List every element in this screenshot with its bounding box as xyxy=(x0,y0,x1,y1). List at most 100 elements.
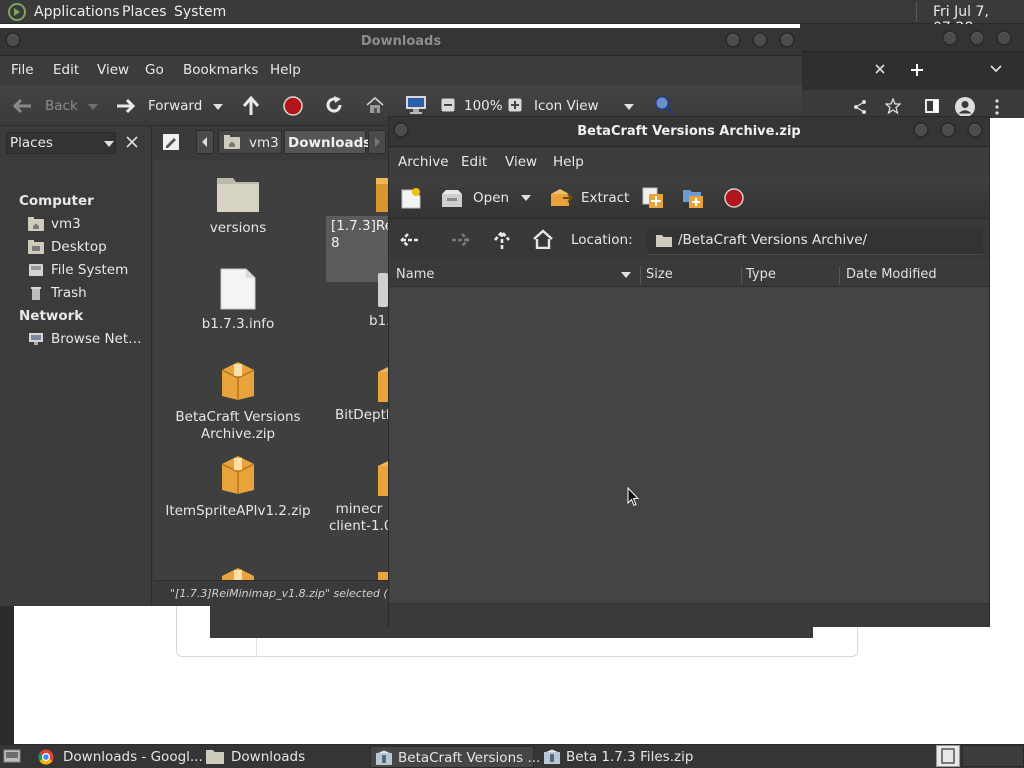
column-name[interactable]: Name xyxy=(396,267,434,282)
task-chrome-downloads[interactable]: Downloads - Googl... xyxy=(34,746,203,768)
file-manager-titlebar[interactable]: Downloads xyxy=(0,28,802,56)
stop-icon[interactable] xyxy=(724,188,744,208)
location-bar: Location: /BetaCraft Versions Archive/ xyxy=(389,219,989,261)
tab-list-chevron-icon[interactable] xyxy=(990,65,1002,73)
file-manager-menubar: File Edit View Go Bookmarks Help xyxy=(0,56,802,84)
open-archive-icon[interactable] xyxy=(441,188,463,208)
column-separator[interactable] xyxy=(741,266,742,284)
open-menu-chevron-icon[interactable] xyxy=(521,195,531,201)
path-scroll-right-button[interactable] xyxy=(368,130,386,154)
path-scroll-left-button[interactable] xyxy=(196,130,214,154)
bookmark-star-icon[interactable] xyxy=(885,98,901,114)
menu-bookmarks[interactable]: Bookmarks xyxy=(183,62,258,78)
close-button[interactable] xyxy=(967,122,983,138)
back-arrow-icon[interactable] xyxy=(398,231,420,249)
back-button[interactable]: Back xyxy=(45,98,78,114)
trash-icon xyxy=(28,286,44,300)
new-archive-icon[interactable] xyxy=(400,187,422,209)
path-crumb-label: vm3 xyxy=(249,135,279,151)
sidebar-item-label: Desktop xyxy=(51,239,107,255)
side-panel-icon[interactable] xyxy=(925,99,939,113)
home-icon[interactable] xyxy=(365,96,385,114)
mate-logo-icon[interactable] xyxy=(7,3,27,21)
new-tab-icon[interactable] xyxy=(910,63,924,77)
zoom-out-icon[interactable] xyxy=(441,98,455,112)
forward-button[interactable]: Forward xyxy=(148,98,202,114)
forward-arrow-icon[interactable] xyxy=(450,231,472,249)
back-arrow-icon[interactable] xyxy=(11,97,33,115)
zoom-level[interactable]: 100% xyxy=(464,98,503,114)
file-item[interactable]: versions xyxy=(163,174,313,237)
back-history-chevron-icon[interactable] xyxy=(88,104,98,110)
add-folder-icon[interactable] xyxy=(681,186,705,210)
column-separator[interactable] xyxy=(640,266,641,284)
extract-button[interactable]: Extract xyxy=(581,190,629,206)
search-icon[interactable] xyxy=(653,94,675,116)
minimize-button[interactable] xyxy=(913,122,929,138)
path-crumb-vm3[interactable]: vm3 xyxy=(218,130,282,154)
share-icon[interactable] xyxy=(852,99,868,115)
column-type[interactable]: Type xyxy=(746,267,776,282)
stop-icon[interactable] xyxy=(283,96,303,116)
column-separator[interactable] xyxy=(839,266,840,284)
add-files-icon[interactable] xyxy=(641,186,665,210)
menu-help[interactable]: Help xyxy=(553,154,584,170)
menu-file[interactable]: File xyxy=(11,62,34,78)
sidebar-item-label: vm3 xyxy=(51,216,81,232)
browser-close-button[interactable] xyxy=(996,30,1012,46)
browser-minimize-button[interactable] xyxy=(942,30,958,46)
menu-help[interactable]: Help xyxy=(270,62,301,78)
file-item[interactable]: ItemSpriteAPIv1.2.zip xyxy=(163,454,313,520)
view-mode-chevron-icon[interactable] xyxy=(624,104,634,110)
location-field[interactable]: /BetaCraft Versions Archive/ xyxy=(647,227,983,255)
task-beta-files-zip[interactable]: Beta 1.7.3 Files.zip xyxy=(539,746,703,768)
browser-maximize-button[interactable] xyxy=(969,30,985,46)
system-menu[interactable]: System xyxy=(174,4,226,20)
archive-manager-title: BetaCraft Versions Archive.zip xyxy=(577,124,801,139)
sort-descending-icon[interactable] xyxy=(621,272,631,278)
task-downloads[interactable]: Downloads xyxy=(202,746,366,768)
up-arrow-icon[interactable] xyxy=(492,229,512,251)
extract-icon[interactable] xyxy=(549,188,573,208)
file-item[interactable]: b1.7.3.info xyxy=(163,268,313,333)
view-mode-select[interactable]: Icon View xyxy=(534,98,599,114)
up-arrow-icon[interactable] xyxy=(241,95,261,117)
menu-view[interactable]: View xyxy=(505,154,537,170)
home-icon[interactable] xyxy=(532,229,554,249)
minimize-button[interactable] xyxy=(725,32,741,48)
column-date-modified[interactable]: Date Modified xyxy=(846,267,937,282)
maximize-button[interactable] xyxy=(940,122,956,138)
close-sidebar-icon[interactable] xyxy=(126,136,138,148)
edit-location-icon[interactable] xyxy=(162,133,180,151)
menu-view[interactable]: View xyxy=(97,62,129,78)
menu-archive[interactable]: Archive xyxy=(398,154,449,170)
menu-edit[interactable]: Edit xyxy=(53,62,79,78)
archive-file-list[interactable] xyxy=(389,287,989,603)
places-menu[interactable]: Places xyxy=(122,4,167,20)
archive-manager-titlebar[interactable]: BetaCraft Versions Archive.zip xyxy=(389,117,989,147)
close-button[interactable] xyxy=(779,32,795,48)
show-desktop-icon[interactable] xyxy=(3,748,21,764)
profile-avatar-icon[interactable] xyxy=(954,96,976,118)
forward-history-chevron-icon[interactable] xyxy=(213,104,223,110)
workspace-switcher-empty[interactable] xyxy=(962,745,1024,767)
forward-arrow-icon[interactable] xyxy=(115,97,137,115)
path-crumb-downloads[interactable]: Downloads xyxy=(284,130,371,154)
open-button[interactable]: Open xyxy=(473,190,509,206)
zoom-in-icon[interactable] xyxy=(508,98,522,112)
close-tab-icon[interactable] xyxy=(874,63,886,75)
sidebar-selector[interactable]: Places xyxy=(6,132,116,154)
menu-go[interactable]: Go xyxy=(145,62,164,78)
computer-icon[interactable] xyxy=(405,95,427,115)
task-label: Downloads - Googl... xyxy=(63,749,203,765)
browser-menu-icon[interactable] xyxy=(994,99,1000,115)
column-size[interactable]: Size xyxy=(646,267,673,282)
workspace-switcher[interactable] xyxy=(936,745,960,767)
menu-edit[interactable]: Edit xyxy=(461,154,487,170)
applications-menu[interactable]: Applications xyxy=(34,4,120,20)
file-name: versions xyxy=(209,220,267,236)
task-betacraft-archive[interactable]: BetaCraft Versions ... xyxy=(370,746,540,768)
file-item[interactable]: BetaCraft Versions Archive.zip xyxy=(163,360,313,443)
reload-icon[interactable] xyxy=(324,95,344,115)
maximize-button[interactable] xyxy=(752,32,768,48)
